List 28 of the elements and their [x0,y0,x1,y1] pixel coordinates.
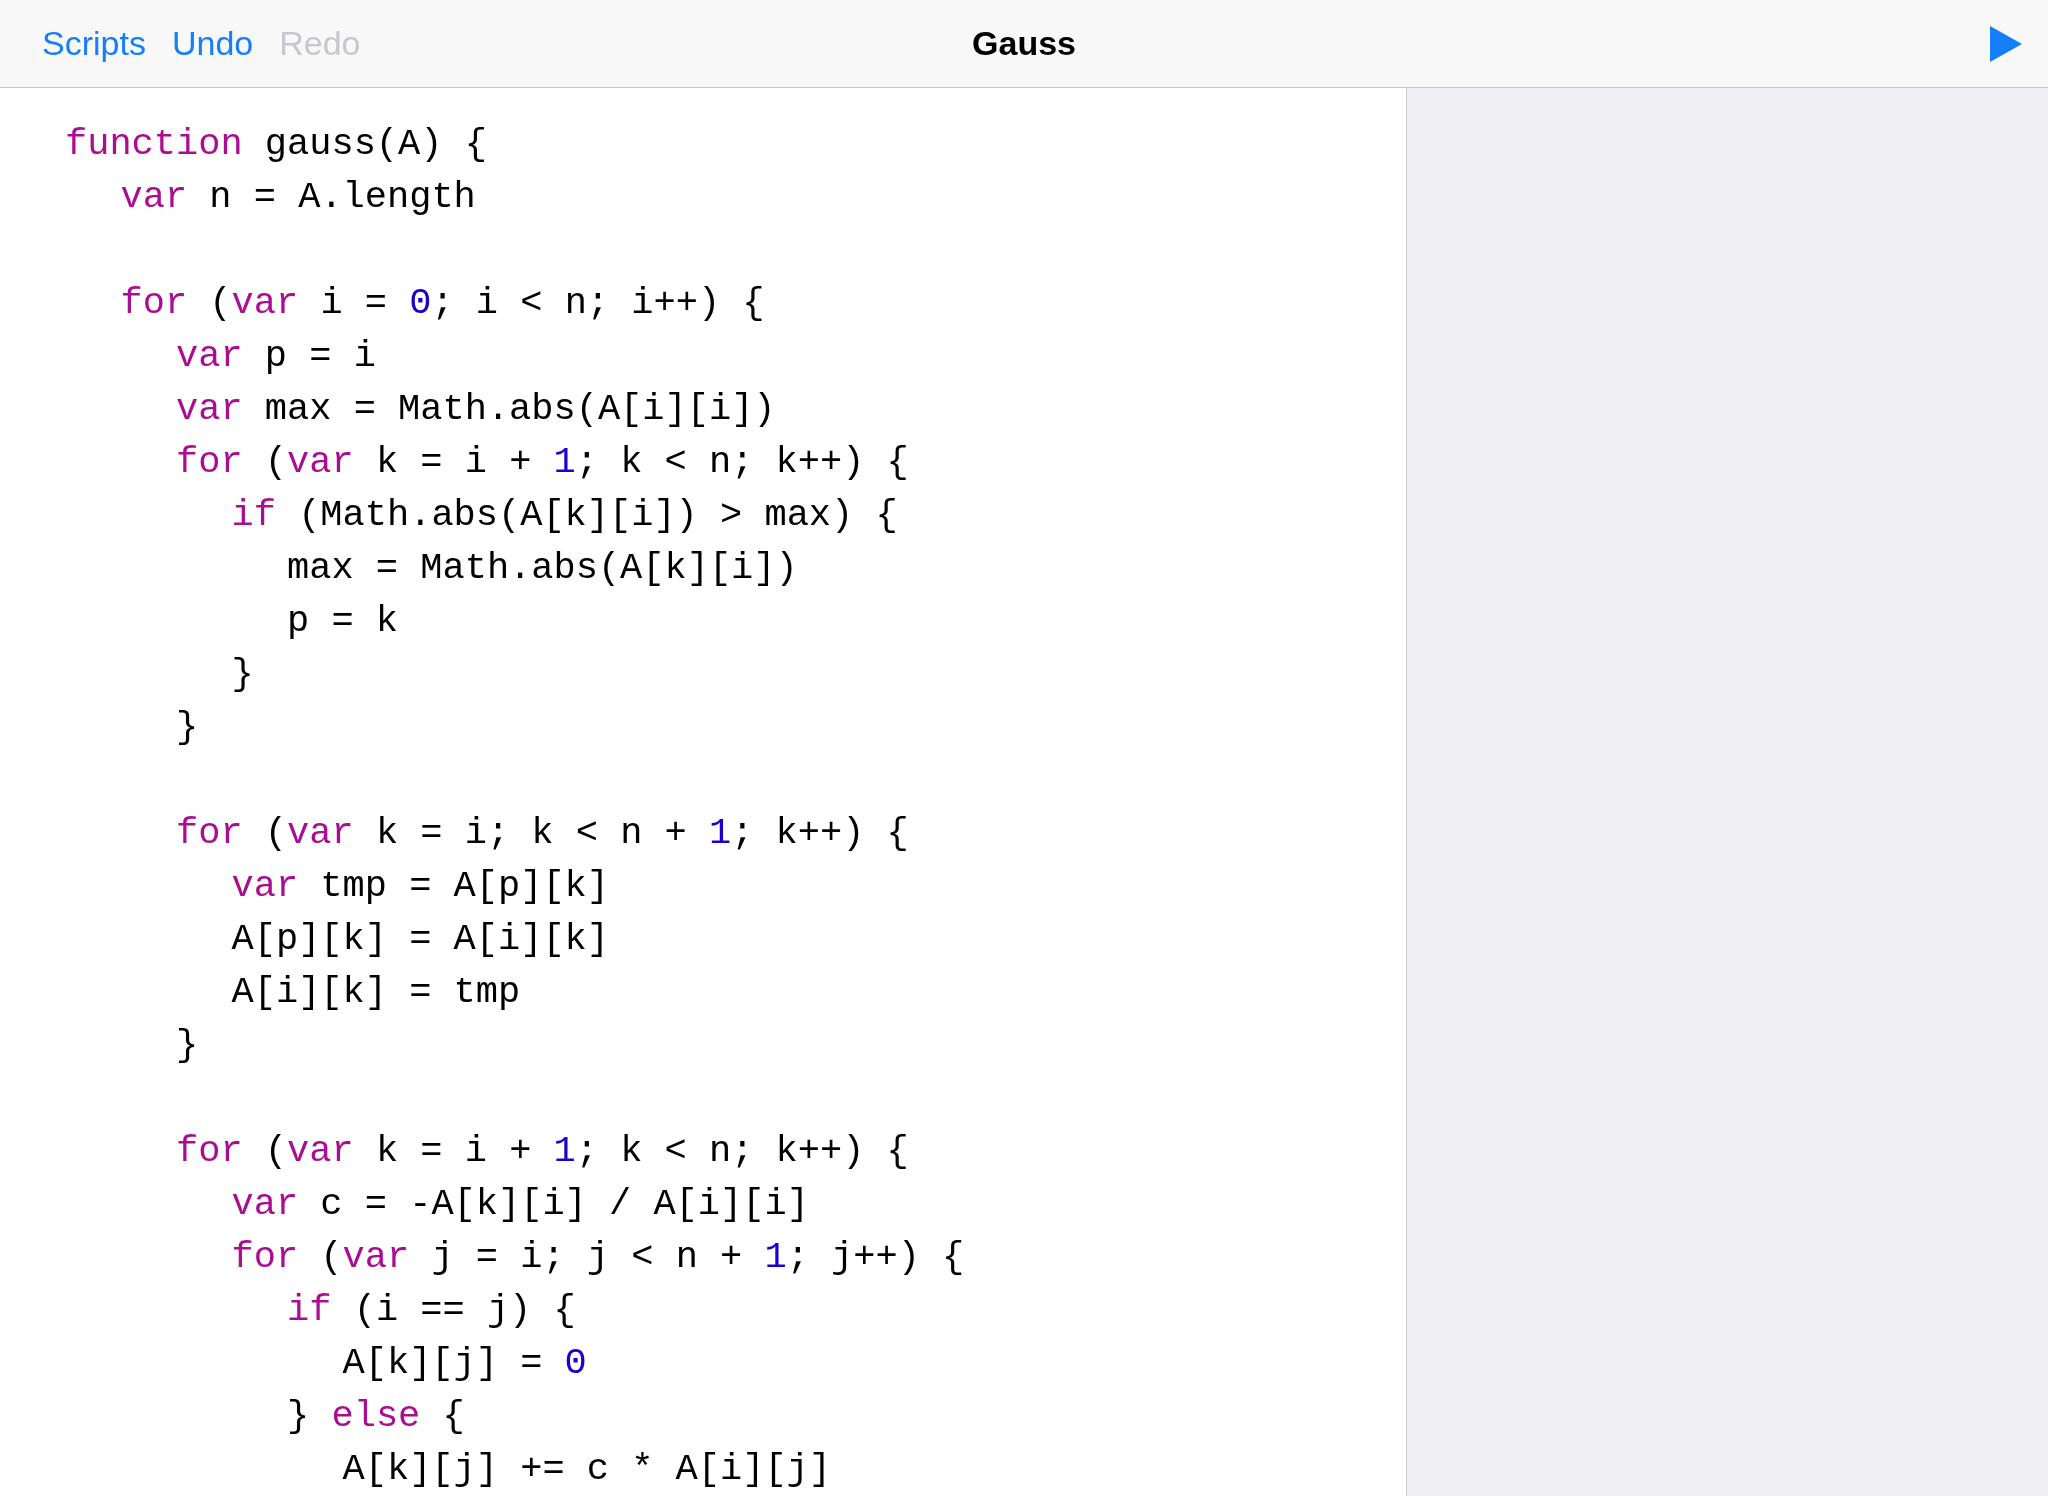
play-icon [1988,23,2024,64]
code-line: function gauss(A) { [65,122,488,167]
code-line: var p = i [175,334,377,379]
code-line: var tmp = A[p][k] [230,864,610,909]
run-button[interactable] [1988,23,2024,64]
code-line: } [175,1023,200,1068]
code-line: var n = A.length [119,175,477,220]
code-line: for (var k = i + 1; k < n; k++) { [175,440,910,485]
code-line: A[k][j] = 0 [341,1341,588,1386]
code-line: } else { [286,1394,466,1439]
code-line: p = k [286,599,400,644]
code-line: var c = -A[k][i] / A[i][i] [230,1182,810,1227]
code-line: } [175,705,200,750]
code-line: for (var k = i + 1; k < n; k++) { [175,1129,910,1174]
code-line: A[p][k] = A[i][k] [230,917,610,962]
code-line: for (var k = i; k < n + 1; k++) { [175,811,910,856]
window-title: Gauss [972,23,1076,64]
code-line: for (var i = 0; i < n; i++) { [119,281,766,326]
code-line: A[k][j] += c * A[i][j] [341,1447,833,1492]
toolbar-button[interactable]: Undo [163,18,262,69]
code-line: A[i][k] = tmp [230,970,522,1015]
code-line: if (i == j) { [286,1288,577,1333]
code-line: } [230,652,255,697]
toolbar-button[interactable]: Scripts [34,18,154,69]
code-line: if (Math.abs(A[k][i]) > max) { [230,493,899,538]
code-line: for (var j = i; j < n + 1; j++) { [230,1235,966,1280]
code-line: var max = Math.abs(A[i][i]) [175,387,777,432]
code-line: max = Math.abs(A[k][i]) [286,546,799,591]
